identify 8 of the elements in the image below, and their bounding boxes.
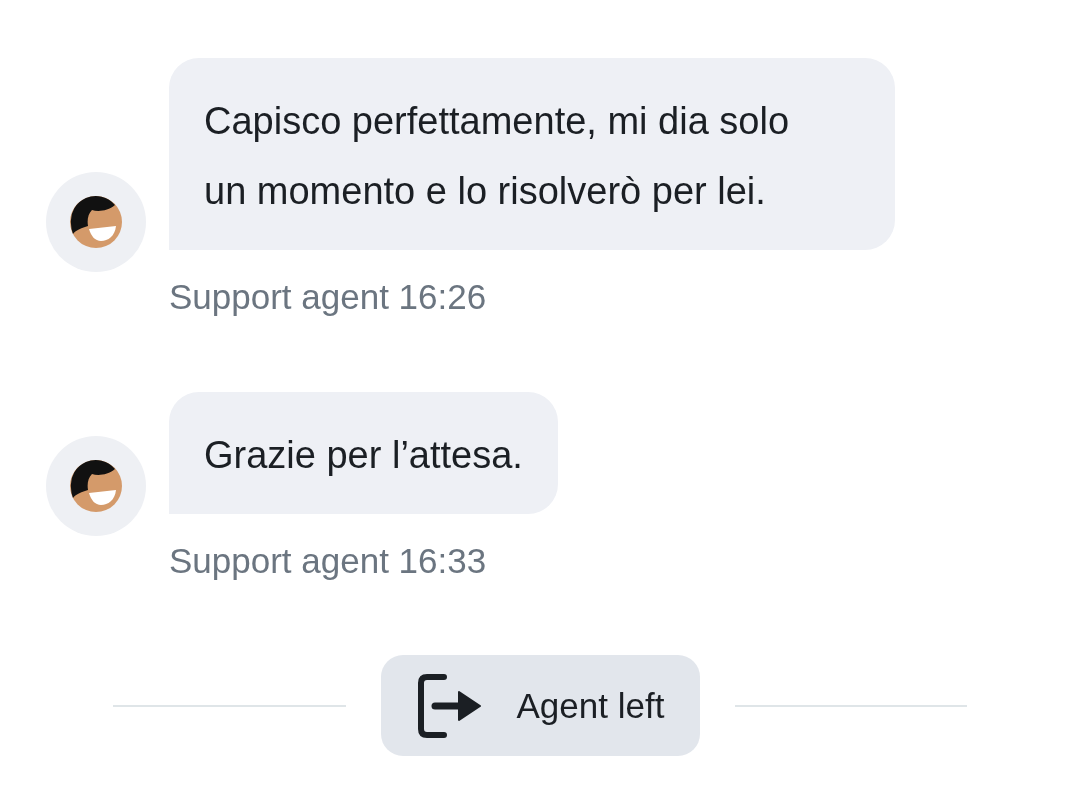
message-meta: Support agent 16:26	[169, 277, 487, 317]
smiling-face-icon	[70, 196, 122, 248]
message-bubble: Grazie per l’attesa.	[169, 392, 558, 514]
agent-left-notice: Agent left	[380, 655, 700, 756]
message-bubble: Capisco perfettamente, mi dia solo un momento e lo risolverò per lei.	[169, 58, 895, 250]
smiling-face-icon	[70, 460, 122, 512]
message-meta: Support agent 16:33	[169, 541, 487, 581]
exit-arrow-icon	[416, 673, 481, 738]
